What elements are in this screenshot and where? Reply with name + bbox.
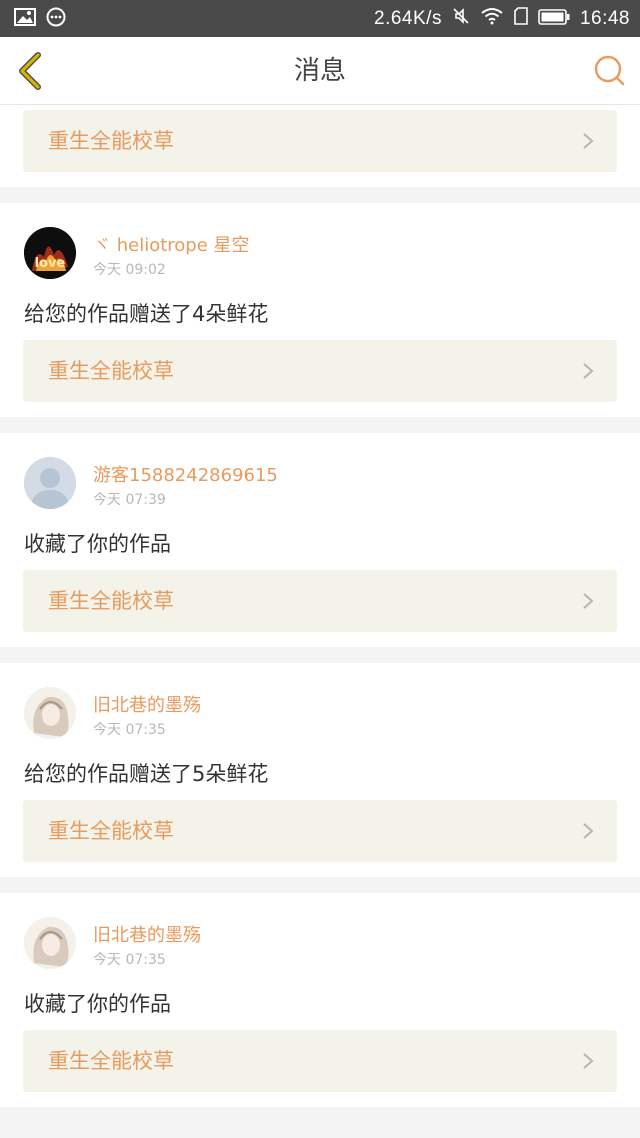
work-link[interactable]: 重生全能校草 — [23, 340, 617, 402]
work-title: 重生全能校草 — [48, 819, 174, 843]
action-text: 给您的作品赠送了4朵鲜花 — [24, 302, 269, 326]
search-button[interactable] — [592, 53, 626, 87]
username[interactable]: 旧北巷的墨殇 — [93, 921, 201, 947]
network-speed: 2.64K/s — [374, 7, 442, 29]
message-card: 旧北巷的墨殇 今天 07:35 收藏了你的作品 重生全能校草 — [0, 893, 640, 1107]
work-link[interactable]: 重生全能校草 — [23, 570, 617, 632]
status-bar: 2.64K/s 16:48 — [0, 0, 640, 37]
timestamp: 今天 07:39 — [93, 492, 166, 508]
message-card-partial: 重生全能校草 — [0, 105, 640, 187]
timestamp: 今天 09:02 — [93, 262, 166, 278]
work-title: 重生全能校草 — [48, 129, 174, 153]
work-title: 重生全能校草 — [48, 589, 174, 613]
chevron-right-icon — [581, 1052, 595, 1070]
chat-bubble-icon — [46, 7, 66, 31]
message-list[interactable]: 重生全能校草 love ヾ heliotrope 星空 今天 09:02 给您的… — [0, 105, 640, 1138]
avatar[interactable] — [24, 687, 76, 739]
username[interactable]: 旧北巷的墨殇 — [93, 691, 201, 717]
page-title: 消息 — [293, 56, 346, 86]
message-card: 游客1588242869615 今天 07:39 收藏了你的作品 重生全能校草 — [0, 433, 640, 647]
chevron-right-icon — [581, 822, 595, 840]
work-link[interactable]: 重生全能校草 — [23, 110, 617, 172]
work-link[interactable]: 重生全能校草 — [23, 800, 617, 862]
username[interactable]: 游客1588242869615 — [93, 461, 278, 487]
work-title: 重生全能校草 — [48, 1049, 174, 1073]
chevron-right-icon — [581, 592, 595, 610]
mute-icon — [452, 7, 470, 30]
timestamp: 今天 07:35 — [93, 952, 166, 968]
message-card: love ヾ heliotrope 星空 今天 09:02 给您的作品赠送了4朵… — [0, 203, 640, 417]
username[interactable]: ヾ heliotrope 星空 — [93, 231, 250, 257]
nav-bar: 消息 — [0, 37, 640, 105]
image-icon — [14, 7, 36, 30]
sim-icon — [514, 7, 528, 30]
chevron-right-icon — [581, 132, 595, 150]
avatar[interactable] — [24, 917, 76, 969]
action-text: 收藏了你的作品 — [24, 992, 171, 1016]
clock: 16:48 — [579, 7, 630, 29]
timestamp: 今天 07:35 — [93, 722, 166, 738]
svg-text:love: love — [35, 256, 66, 271]
message-card: 旧北巷的墨殇 今天 07:35 给您的作品赠送了5朵鲜花 重生全能校草 — [0, 663, 640, 877]
work-title: 重生全能校草 — [48, 359, 174, 383]
search-icon — [592, 55, 626, 91]
wifi-icon — [480, 7, 504, 30]
work-link[interactable]: 重生全能校草 — [23, 1030, 617, 1092]
action-text: 给您的作品赠送了5朵鲜花 — [24, 762, 269, 786]
chevron-right-icon — [581, 362, 595, 380]
avatar[interactable]: love — [24, 227, 76, 279]
action-text: 收藏了你的作品 — [24, 532, 171, 556]
battery-icon — [538, 8, 570, 30]
avatar[interactable] — [24, 457, 76, 509]
